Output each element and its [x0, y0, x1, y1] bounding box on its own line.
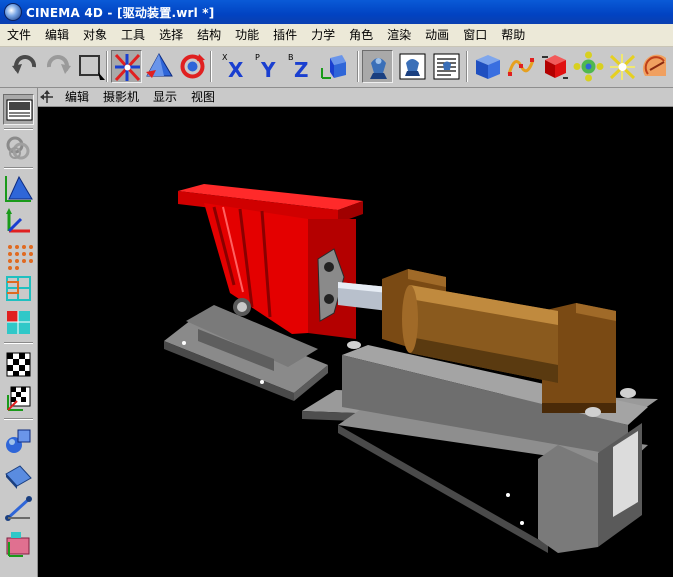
toolbar-separator — [106, 51, 108, 82]
paint-tool-icon[interactable] — [3, 528, 34, 559]
undo-icon[interactable] — [10, 50, 41, 83]
modeling-icon[interactable] — [573, 50, 604, 83]
navigate-arrows-icon[interactable] — [40, 90, 58, 104]
viewport-layout-icon[interactable] — [3, 94, 34, 125]
menu-window[interactable]: 窗口 — [456, 24, 494, 46]
menu-bar: 文件 编辑 对象 工具 选择 结构 功能 插件 力学 角色 渲染 动画 窗口 帮… — [0, 24, 673, 47]
menu-selection[interactable]: 选择 — [152, 24, 190, 46]
drive-assembly-render — [164, 184, 658, 553]
toolbar-separator — [4, 342, 33, 344]
scale-icon[interactable] — [144, 50, 175, 83]
texture-axis-icon[interactable] — [3, 383, 34, 414]
edges-mode-icon[interactable] — [3, 273, 34, 304]
select-rect-icon[interactable] — [76, 50, 107, 83]
viewport-menu-bar: 编辑 摄影机 显示 视图 — [38, 88, 673, 107]
toolbar-separator — [210, 51, 212, 82]
rotate-icon[interactable] — [177, 50, 208, 83]
svg-text:Y: Y — [260, 58, 276, 82]
polygons-mode-icon[interactable] — [3, 307, 34, 338]
move-icon[interactable] — [111, 50, 142, 83]
sculpt-icon[interactable] — [3, 133, 34, 164]
toolbar-separator — [4, 418, 33, 420]
points-mode-icon[interactable] — [3, 240, 34, 271]
spline-icon[interactable] — [505, 50, 536, 83]
svg-text:B: B — [288, 53, 294, 62]
menu-render[interactable]: 渲染 — [380, 24, 418, 46]
object-axis-icon[interactable] — [3, 205, 34, 236]
menu-functions[interactable]: 功能 — [228, 24, 266, 46]
cube-primitive-icon[interactable] — [472, 50, 503, 83]
z-axis-icon[interactable]: BZ — [285, 50, 316, 83]
y-axis-icon[interactable]: PY — [252, 50, 283, 83]
toolbar-separator — [357, 51, 359, 82]
floor-icon[interactable] — [3, 460, 34, 491]
bone-tool-icon[interactable] — [3, 493, 34, 524]
3d-viewport[interactable] — [38, 107, 673, 577]
menu-edit[interactable]: 编辑 — [38, 24, 76, 46]
render-region-icon[interactable] — [397, 50, 428, 83]
toolbar-separator — [4, 167, 33, 169]
svg-text:Z: Z — [294, 58, 309, 82]
menu-objects[interactable]: 对象 — [76, 24, 114, 46]
model-mode-icon[interactable] — [3, 173, 34, 204]
toolbar-separator — [466, 51, 468, 82]
texture-mode-icon[interactable] — [3, 349, 34, 380]
nurbs-icon[interactable] — [539, 50, 570, 83]
viewport-menu-camera[interactable]: 摄影机 — [96, 88, 146, 106]
menu-tools[interactable]: 工具 — [114, 24, 152, 46]
render-view-icon[interactable] — [362, 50, 393, 83]
menu-animation[interactable]: 动画 — [418, 24, 456, 46]
title-bar: CINEMA 4D - [驱动装置.wrl *] — [0, 0, 673, 24]
viewport-menu-view[interactable]: 视图 — [184, 88, 222, 106]
viewport-menu-edit[interactable]: 编辑 — [58, 88, 96, 106]
menu-help[interactable]: 帮助 — [494, 24, 532, 46]
main-toolbar: XX PY BZ — [0, 47, 673, 88]
svg-text:X: X — [228, 58, 244, 82]
menu-dynamics[interactable]: 力学 — [304, 24, 342, 46]
scene-icon[interactable] — [640, 50, 671, 83]
world-coords-icon[interactable] — [318, 50, 349, 83]
render-settings-icon[interactable] — [431, 50, 462, 83]
window-title: CINEMA 4D - [驱动装置.wrl *] — [26, 5, 215, 20]
material-icon[interactable] — [3, 425, 34, 456]
menu-file[interactable]: 文件 — [0, 24, 38, 46]
svg-text:P: P — [255, 53, 260, 62]
left-toolbar — [0, 88, 38, 577]
viewport-menu-display[interactable]: 显示 — [146, 88, 184, 106]
redo-icon[interactable] — [42, 50, 73, 83]
toolbar-separator — [4, 128, 33, 130]
deformer-icon[interactable] — [607, 50, 638, 83]
menu-plugins[interactable]: 插件 — [266, 24, 304, 46]
menu-character[interactable]: 角色 — [342, 24, 380, 46]
cinema4d-logo-icon — [4, 3, 22, 21]
x-axis-icon[interactable]: XX — [219, 50, 250, 83]
menu-structure[interactable]: 结构 — [190, 24, 228, 46]
